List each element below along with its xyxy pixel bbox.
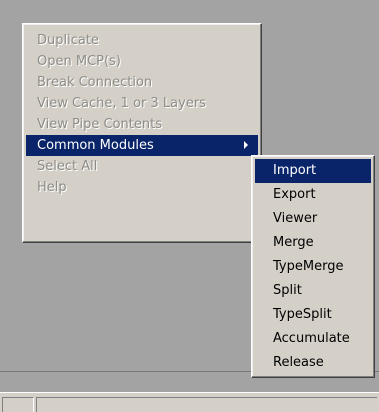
submenu-item-accumulate[interactable]: Accumulate [255,327,371,351]
submenu-item-typesplit[interactable]: TypeSplit [255,303,371,327]
submenu-item-import[interactable]: Import [255,159,371,183]
menu-item-select-all: Select All [37,159,98,174]
menu-item-common-modules[interactable]: Common Modules [26,135,258,156]
menu-item-duplicate: Duplicate [37,33,99,48]
submenu-item-export[interactable]: Export [255,183,371,207]
submenu-arrow-icon [244,141,248,149]
submenu-item-release[interactable]: Release [255,351,371,375]
submenu-item-split[interactable]: Split [255,279,371,303]
status-bar [0,392,379,412]
menu-item-break-connection: Break Connection [37,75,153,90]
menu-item-view-pipe-contents: View Pipe Contents [37,117,163,132]
menu-item-view-cache: View Cache, 1 or 3 Layers [37,96,206,111]
submenu-item-merge[interactable]: Merge [255,231,371,255]
menu-item-common-modules-label: Common Modules [37,138,154,153]
submenu-item-typemerge[interactable]: TypeMerge [255,255,371,279]
context-menu: Duplicate Open MCP(s) Break Connection V… [22,23,262,243]
common-modules-submenu: Import Export Viewer Merge TypeMerge Spl… [251,155,375,378]
menu-item-help: Help [37,180,67,195]
menu-item-open-mcp: Open MCP(s) [37,54,121,69]
submenu-item-viewer[interactable]: Viewer [255,207,371,231]
